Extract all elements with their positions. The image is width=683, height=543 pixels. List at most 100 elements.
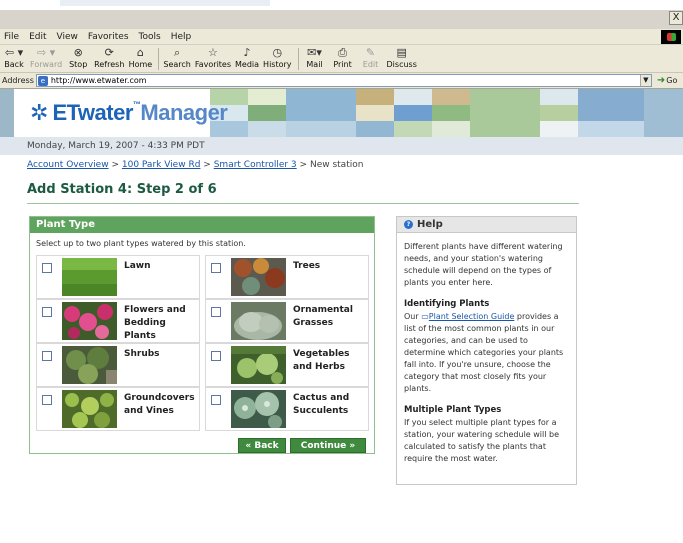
- help-section-multiple: Multiple Plant Types: [404, 405, 502, 415]
- menu-edit[interactable]: Edit: [29, 32, 46, 42]
- groundcovers-label: Groundcovers and Vines: [124, 393, 195, 416]
- media-button[interactable]: ♪ Media: [235, 45, 259, 70]
- cactus-checkbox[interactable]: [211, 395, 221, 405]
- help-icon: ?: [404, 220, 413, 229]
- plant-option-grasses[interactable]: Ornamental Grasses: [205, 299, 369, 343]
- plant-type-panel: Plant Type Select up to two plant types …: [29, 216, 375, 454]
- grasses-label: Ornamental Grasses: [293, 305, 353, 328]
- trees-photo-icon: [231, 258, 286, 296]
- page-icon: e: [37, 75, 48, 86]
- help-intro: Different plants have different watering…: [404, 242, 563, 287]
- shrubs-label: Shrubs: [124, 349, 160, 359]
- top-strip: [0, 0, 683, 10]
- help-identifying-text: Our ▭Plant Selection Guide provides a li…: [404, 312, 564, 393]
- lawn-checkbox[interactable]: [42, 263, 52, 273]
- vegetables-checkbox[interactable]: [211, 351, 221, 361]
- browser-toolbar: ⇦ ▾ Back ⇨ ▾ Forward ⊗ Stop ⟳ Refresh ⌂ …: [0, 45, 683, 73]
- page-content: ✲ ETwater™Manager Monday, March 19, 2007…: [0, 89, 683, 543]
- breadcrumb-current: New station: [309, 160, 364, 170]
- home-button[interactable]: ⌂ Home: [128, 45, 153, 70]
- grasses-checkbox[interactable]: [211, 307, 221, 317]
- plant-type-header: Plant Type: [30, 217, 374, 233]
- title-divider: [27, 203, 579, 204]
- edit-icon: ✎: [365, 46, 376, 59]
- stop-button[interactable]: ⊗ Stop: [66, 45, 90, 70]
- go-button[interactable]: ➜ Go: [657, 75, 677, 86]
- favorites-button[interactable]: ☆ Favorites: [195, 45, 231, 70]
- etwater-logo-icon: ✲: [30, 100, 49, 126]
- search-icon: ⌕: [174, 46, 181, 59]
- help-body: Different plants have different watering…: [397, 233, 576, 465]
- mail-icon: ✉▾: [307, 46, 322, 59]
- back-button[interactable]: ⇦ ▾ Back: [2, 45, 26, 70]
- date-bar: Monday, March 19, 2007 - 4:33 PM PDT: [0, 137, 683, 155]
- back-arrow-icon: ⇦ ▾: [4, 46, 24, 59]
- refresh-icon: ⟳: [104, 46, 114, 59]
- menu-tools[interactable]: Tools: [139, 32, 161, 42]
- favorites-icon: ☆: [208, 46, 218, 59]
- flowers-checkbox[interactable]: [42, 307, 52, 317]
- forward-button[interactable]: ⇨ ▾ Forward: [30, 45, 62, 70]
- plant-option-flowers[interactable]: Flowers and Bedding Plants: [36, 299, 200, 343]
- address-label: Address: [2, 76, 34, 85]
- refresh-button[interactable]: ⟳ Refresh: [94, 45, 124, 70]
- site-banner: ✲ ETwater™Manager: [0, 89, 683, 137]
- groundcovers-checkbox[interactable]: [42, 395, 52, 405]
- toolbar-divider: [297, 48, 299, 70]
- address-dropdown-icon[interactable]: ▼: [639, 75, 651, 86]
- trees-label: Trees: [293, 261, 321, 271]
- breadcrumb-account-overview[interactable]: Account Overview: [27, 160, 109, 170]
- plant-option-shrubs[interactable]: Shrubs: [36, 343, 200, 387]
- print-icon: ⎙: [338, 46, 347, 59]
- current-date: Monday, March 19, 2007 - 4:33 PM PDT: [27, 141, 205, 151]
- history-icon: ◷: [272, 46, 283, 59]
- window-close-button[interactable]: X: [669, 11, 683, 25]
- print-button[interactable]: ⎙ Print: [331, 45, 355, 70]
- page-title: Add Station 4: Step 2 of 6: [27, 182, 217, 197]
- address-field[interactable]: e ▼: [35, 74, 652, 87]
- breadcrumb-controller[interactable]: Smart Controller 3: [214, 160, 297, 170]
- grasses-photo-icon: [231, 302, 286, 340]
- address-bar: Address e ▼ ➜ Go: [0, 73, 683, 89]
- cactus-photo-icon: [231, 390, 286, 428]
- shrubs-checkbox[interactable]: [42, 351, 52, 361]
- go-arrow-icon: ➜: [656, 75, 666, 86]
- discuss-icon: ▤: [396, 46, 407, 59]
- breadcrumb-address[interactable]: 100 Park View Rd: [122, 160, 201, 170]
- menu-file[interactable]: File: [4, 32, 19, 42]
- media-icon: ♪: [243, 46, 251, 59]
- vegetables-photo-icon: [231, 346, 286, 384]
- search-button[interactable]: ⌕ Search: [163, 45, 190, 70]
- plant-option-trees[interactable]: Trees: [205, 255, 369, 299]
- shrubs-photo-icon: [62, 346, 117, 384]
- help-panel: ? Help Different plants have different w…: [396, 216, 577, 485]
- guide-window-icon: ▭: [421, 312, 429, 321]
- etwater-logo[interactable]: ✲ ETwater™Manager: [14, 89, 228, 137]
- home-icon: ⌂: [136, 46, 144, 59]
- window-titlebar: [0, 10, 683, 29]
- stop-icon: ⊗: [73, 46, 83, 59]
- back-step-button[interactable]: « Back: [238, 438, 286, 453]
- help-multiple-text: If you select multiple plant types for a…: [404, 418, 560, 463]
- plant-option-groundcovers[interactable]: Groundcovers and Vines: [36, 387, 200, 431]
- plant-option-lawn[interactable]: Lawn: [36, 255, 200, 299]
- continue-button[interactable]: Continue »: [290, 438, 366, 453]
- plant-option-cactus[interactable]: Cactus and Succulents: [205, 387, 369, 431]
- menu-view[interactable]: View: [57, 32, 78, 42]
- history-button[interactable]: ◷ History: [263, 45, 291, 70]
- forward-arrow-icon: ⇨ ▾: [36, 46, 56, 59]
- help-header: ? Help: [397, 217, 576, 233]
- discuss-button[interactable]: ▤ Discuss: [387, 45, 417, 70]
- flowers-label: Flowers and Bedding Plants: [124, 305, 186, 341]
- trees-checkbox[interactable]: [211, 263, 221, 273]
- menu-help[interactable]: Help: [171, 32, 192, 42]
- menu-favorites[interactable]: Favorites: [88, 32, 129, 42]
- address-input[interactable]: [50, 76, 631, 85]
- plant-option-vegetables[interactable]: Vegetables and Herbs: [205, 343, 369, 387]
- vegetables-label: Vegetables and Herbs: [293, 349, 350, 372]
- flowers-photo-icon: [62, 302, 117, 340]
- edit-button[interactable]: ✎ Edit: [359, 45, 383, 70]
- mail-button[interactable]: ✉▾ Mail: [303, 45, 327, 70]
- plant-type-instruction: Select up to two plant types watered by …: [36, 239, 246, 248]
- plant-selection-guide-link[interactable]: Plant Selection Guide: [429, 312, 515, 321]
